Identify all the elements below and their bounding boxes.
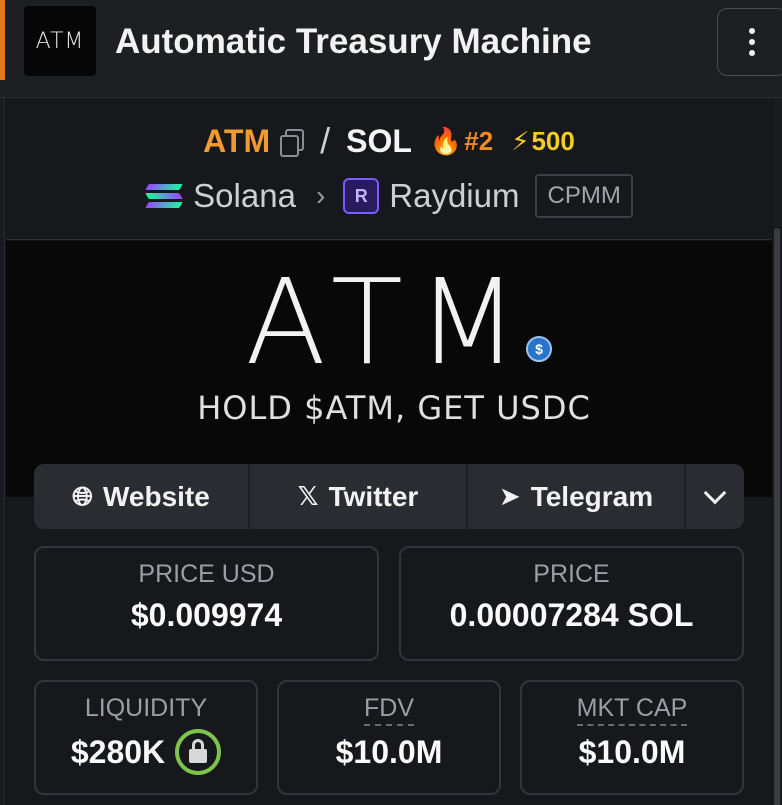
market-cap-card: MKT CAP $10.0M bbox=[520, 680, 744, 795]
globe-icon: 🌐︎ bbox=[72, 480, 93, 511]
pair-separator: / bbox=[320, 120, 331, 161]
fdv-value: $10.0M bbox=[335, 734, 443, 770]
telegram-link-button[interactable]: ➤ Telegram bbox=[468, 464, 686, 529]
website-link-button[interactable]: 🌐︎ Website bbox=[34, 464, 250, 529]
price-native-label: PRICE bbox=[533, 560, 610, 588]
token-header: ATM Automatic Treasury Machine bbox=[0, 0, 782, 98]
raydium-icon: R bbox=[343, 178, 380, 214]
header-accent-bar bbox=[0, 0, 5, 80]
quote-token-symbol: SOL bbox=[346, 122, 412, 159]
kebab-dot-icon bbox=[749, 50, 755, 56]
pool-type-badge: CPMM bbox=[535, 174, 633, 218]
price-native-card: PRICE 0.00007284 SOL bbox=[399, 546, 744, 661]
lightning-icon: ⚡ bbox=[511, 125, 530, 156]
liquidity-row: $280K bbox=[36, 729, 256, 775]
price-native-value: 0.00007284 SOL bbox=[449, 597, 694, 633]
fdv-card: FDV $10.0M bbox=[277, 680, 501, 795]
base-token-symbol: ATM bbox=[203, 122, 271, 159]
boost-count[interactable]: 500 bbox=[531, 126, 574, 157]
website-link-label: Website bbox=[102, 480, 210, 512]
more-options-button[interactable] bbox=[717, 8, 782, 76]
social-links-bar: 🌐︎ Website 𝕏 Twitter ➤ Telegram bbox=[34, 464, 744, 529]
banner-tagline: HOLD $ATM, GET USDC bbox=[197, 389, 591, 427]
scrollbar-thumb[interactable] bbox=[774, 228, 780, 805]
lock-icon[interactable] bbox=[175, 729, 222, 775]
more-links-button[interactable] bbox=[686, 464, 744, 529]
chain-name[interactable]: Solana bbox=[193, 177, 296, 215]
token-banner: ATM $ HOLD $ATM, GET USDC bbox=[6, 241, 772, 497]
twitter-link-button[interactable]: 𝕏 Twitter bbox=[250, 464, 468, 529]
dex-name[interactable]: Raydium bbox=[389, 177, 519, 215]
scrollbar-track[interactable] bbox=[773, 98, 782, 805]
left-edge-panel bbox=[0, 98, 5, 805]
price-usd-value: $0.009974 bbox=[130, 597, 283, 633]
price-usd-card: PRICE USD $0.009974 bbox=[34, 546, 379, 661]
banner-title: ATM bbox=[245, 253, 533, 391]
liquidity-card: LIQUIDITY $280K bbox=[34, 680, 258, 795]
kebab-dot-icon bbox=[749, 28, 755, 34]
token-logo: ATM bbox=[24, 6, 96, 76]
usdc-coin-icon: $ bbox=[526, 336, 552, 362]
kebab-dot-icon bbox=[749, 39, 755, 45]
flame-icon: 🔥 bbox=[429, 125, 463, 156]
liquidity-label: LIQUIDITY bbox=[84, 694, 208, 722]
chevron-right-icon: › bbox=[315, 180, 326, 211]
x-logo-icon: 𝕏 bbox=[297, 481, 319, 511]
fdv-label[interactable]: FDV bbox=[364, 694, 414, 726]
pair-row: ATM / SOL 🔥 #2 ⚡ 500 bbox=[6, 120, 772, 162]
market-cap-value: $10.0M bbox=[578, 734, 686, 770]
pair-info: ATM / SOL 🔥 #2 ⚡ 500 Solana › R Raydium … bbox=[6, 98, 772, 240]
chain-row: Solana › R Raydium CPMM bbox=[6, 174, 772, 218]
telegram-link-label: Telegram bbox=[530, 480, 654, 512]
solana-icon bbox=[145, 181, 183, 211]
paper-plane-icon: ➤ bbox=[498, 481, 521, 511]
price-usd-label: PRICE USD bbox=[138, 560, 275, 588]
copy-icon[interactable] bbox=[278, 128, 305, 157]
token-title: Automatic Treasury Machine bbox=[115, 22, 592, 61]
twitter-link-label: Twitter bbox=[328, 480, 419, 512]
chevron-down-icon bbox=[703, 481, 727, 504]
market-cap-label[interactable]: MKT CAP bbox=[576, 694, 688, 726]
liquidity-value: $280K bbox=[70, 733, 166, 770]
trending-rank[interactable]: #2 bbox=[464, 126, 493, 157]
token-logo-text: ATM bbox=[35, 28, 85, 54]
